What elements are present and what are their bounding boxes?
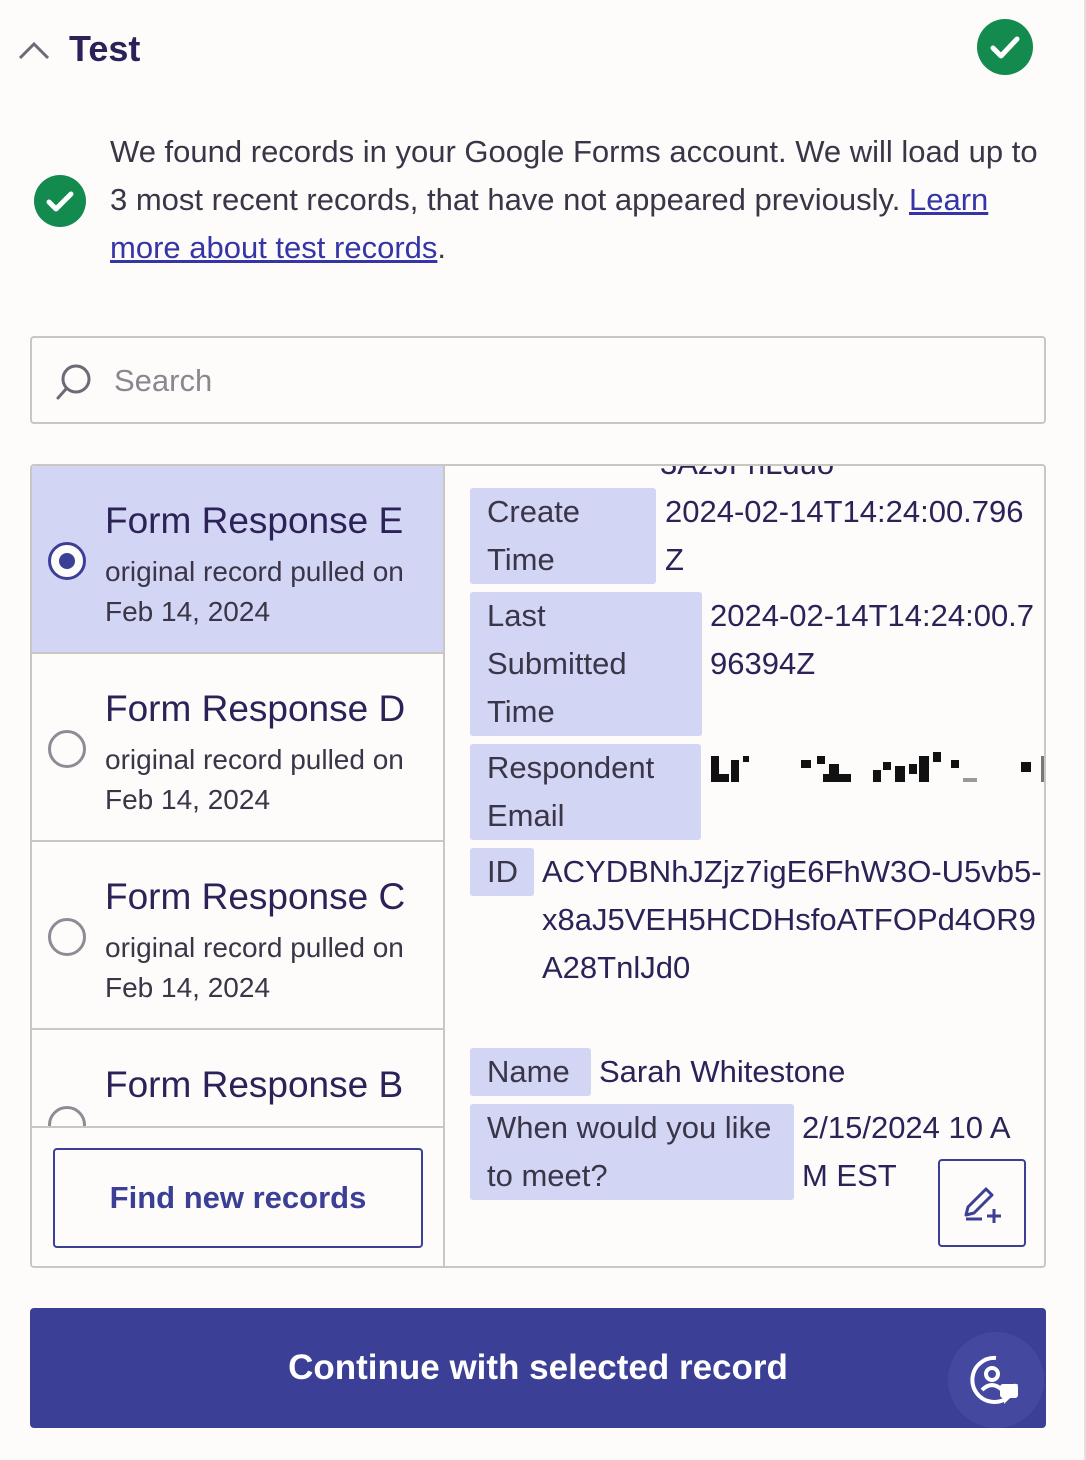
find-new-records-button[interactable]: Find new records bbox=[53, 1148, 423, 1248]
record-subtitle: original record pulled on Feb 14, 2024 bbox=[105, 556, 404, 627]
field-key-respondent-email: Respondent Email bbox=[470, 744, 701, 840]
search-box[interactable] bbox=[30, 336, 1046, 424]
record-title: Form Response D bbox=[105, 688, 406, 729]
record-title: Form Response E bbox=[105, 500, 404, 541]
field-key-id: ID bbox=[470, 848, 534, 896]
record-radio-selected[interactable] bbox=[48, 542, 86, 580]
test-section-header[interactable]: Test bbox=[0, 0, 1084, 100]
record-title: Form Response B bbox=[105, 1064, 404, 1105]
field-value-create-time: 2024-02-14T14:24:00.796Z bbox=[665, 494, 1024, 577]
record-title: Form Response C bbox=[105, 876, 406, 917]
help-chat-icon[interactable] bbox=[948, 1332, 1044, 1428]
info-period: . bbox=[437, 230, 447, 265]
scrolled-off-value: 3AzJFnLduo bbox=[660, 466, 834, 482]
record-list-footer: Find new records bbox=[32, 1126, 443, 1266]
records-found-message: We found records in your Google Forms ac… bbox=[110, 128, 1050, 272]
redacted-email bbox=[711, 752, 1044, 786]
field-value-id: ACYDBNhJZjz7igE6FhW3O-U5vb5-x8aJ5VEH5HCD… bbox=[542, 854, 1042, 985]
record-list[interactable]: Form Response E original record pulled o… bbox=[32, 466, 445, 1266]
record-details: 3AzJFnLduo Create Time 2024-02-14T14:24:… bbox=[445, 466, 1044, 1266]
record-radio[interactable] bbox=[48, 918, 86, 956]
record-radio[interactable] bbox=[48, 730, 86, 768]
records-panel: Form Response E original record pulled o… bbox=[30, 464, 1046, 1268]
continue-button[interactable]: Continue with selected record bbox=[30, 1308, 1046, 1428]
field-value-last-submitted-time: 2024-02-14T14:24:00.796394Z bbox=[710, 598, 1035, 681]
field-value-name: Sarah Whitestone bbox=[599, 1054, 846, 1089]
field-key-name: Name bbox=[470, 1048, 591, 1096]
field-key-create-time: Create Time bbox=[470, 488, 656, 584]
check-circle-icon bbox=[977, 19, 1033, 75]
section-title: Test bbox=[69, 28, 141, 69]
field-key-meeting-time: When would you like to meet? bbox=[470, 1104, 794, 1200]
record-item-c[interactable]: Form Response C original record pulled o… bbox=[32, 842, 443, 1030]
check-circle-icon bbox=[34, 175, 86, 227]
edit-plus-icon[interactable] bbox=[938, 1159, 1026, 1247]
field-key-last-submitted-time: Last Submitted Time bbox=[470, 592, 702, 736]
record-subtitle: original record pulled on Feb 14, 2024 bbox=[105, 932, 404, 1003]
record-item-e[interactable]: Form Response E original record pulled o… bbox=[32, 466, 443, 654]
record-subtitle: original record pulled on Feb 14, 2024 bbox=[105, 744, 404, 815]
search-input[interactable] bbox=[112, 350, 1016, 412]
record-item-d[interactable]: Form Response D original record pulled o… bbox=[32, 654, 443, 842]
info-text: We found records in your Google Forms ac… bbox=[110, 134, 1038, 217]
search-icon bbox=[54, 362, 94, 402]
chevron-up-icon[interactable] bbox=[14, 30, 54, 70]
